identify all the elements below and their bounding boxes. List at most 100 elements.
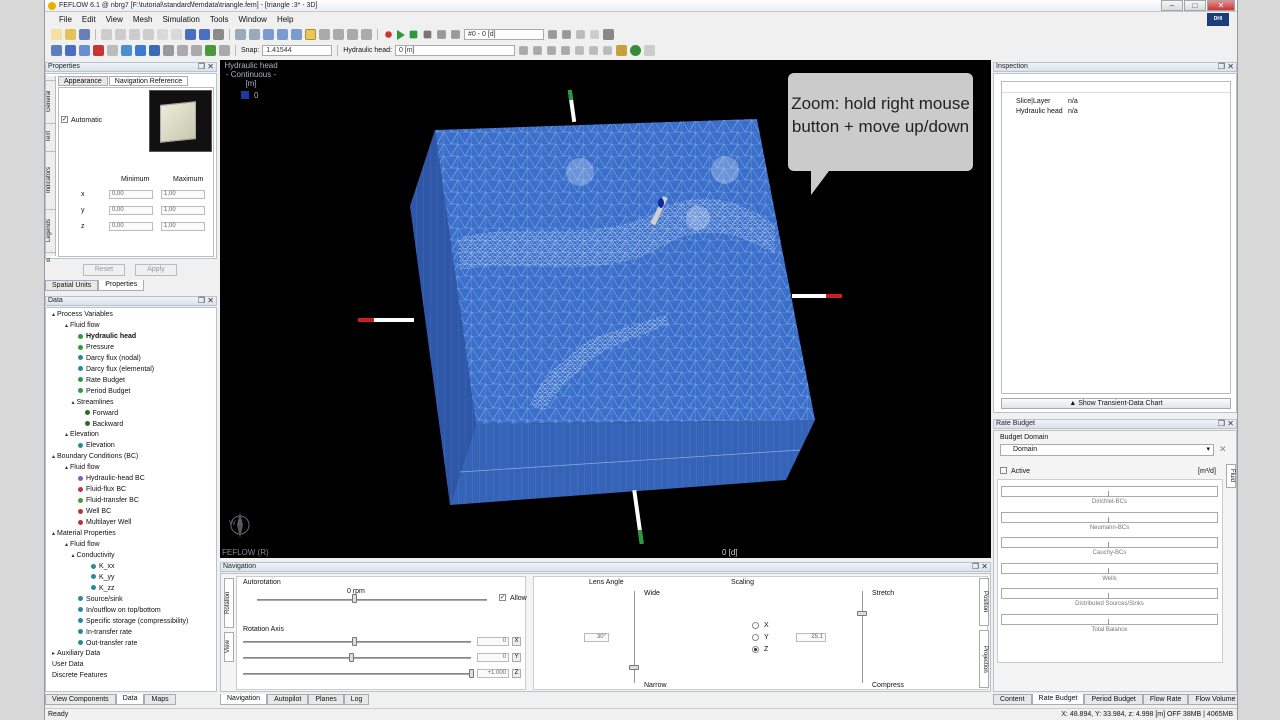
screenshot-icon[interactable] <box>361 29 372 40</box>
record-icon[interactable] <box>385 31 392 38</box>
side-tab-indicators[interactable]: Indicators <box>46 151 55 207</box>
rotation-axis-x-slider[interactable] <box>243 641 471 643</box>
tree-item-backward[interactable]: Backward <box>84 421 123 429</box>
tab-spatial-units[interactable]: Spatial Units <box>45 280 99 291</box>
paste-icon[interactable] <box>129 29 140 40</box>
tree-item-darcy-flux-elemental[interactable]: Darcy flux (elemental) <box>78 366 154 374</box>
expand-arrow-icon[interactable]: ▴ <box>52 531 55 537</box>
grid-icon[interactable] <box>235 29 246 40</box>
zoom-window-icon[interactable] <box>291 29 302 40</box>
tree-item-multilayer-well[interactable]: Multilayer Well <box>78 519 131 527</box>
menu-mesh[interactable]: Mesh <box>133 15 153 24</box>
snap-combo[interactable]: 1.41544 <box>262 45 333 56</box>
tab-navigation-reference[interactable]: Navigation Reference <box>108 76 189 86</box>
tree-item-streamlines[interactable]: ▴ Streamlines <box>72 399 114 407</box>
multiply-icon[interactable] <box>547 46 556 55</box>
tab-rate-budget[interactable]: Rate Budget <box>1031 694 1085 705</box>
menu-edit[interactable]: Edit <box>82 15 96 24</box>
min-y-input[interactable]: 0,00 <box>109 206 153 215</box>
tab-autopilot[interactable]: Autopilot <box>267 694 309 705</box>
tree-item-discrete-features[interactable]: Discrete Features <box>52 672 107 680</box>
budget-field-dirichlet-bcs[interactable] <box>1001 486 1218 497</box>
delete-icon[interactable] <box>143 29 154 40</box>
tree-item-fluid-flow[interactable]: ▴ Fluid flow <box>65 541 100 549</box>
tab-flow-volume[interactable]: Flow Volume <box>1188 694 1237 705</box>
tree-item-fluid-flux-bc[interactable]: Fluid-flux BC <box>78 486 126 494</box>
tree-item-k-xx[interactable]: K_xx <box>91 563 115 571</box>
map-icon[interactable] <box>615 45 627 56</box>
mesh-icon[interactable] <box>191 45 202 56</box>
open-file-icon[interactable] <box>65 29 76 40</box>
scaling-radio-z[interactable] <box>752 646 759 653</box>
tab-content[interactable]: Content <box>993 694 1032 705</box>
menu-tools[interactable]: Tools <box>210 15 229 24</box>
split-icon[interactable] <box>171 29 182 40</box>
select-faces-icon[interactable] <box>93 45 104 56</box>
tree-item-well-bc[interactable]: Well BC <box>78 508 111 516</box>
tree-item-auxiliary-data[interactable]: ▸ Auxiliary Data <box>52 650 100 658</box>
tree-item-fluid-transfer-bc[interactable]: Fluid-transfer BC <box>78 497 139 505</box>
active-checkbox[interactable] <box>1000 467 1007 474</box>
assign-icon[interactable] <box>519 46 528 55</box>
zoom-in-icon[interactable] <box>263 29 274 40</box>
side-tab-view[interactable]: View <box>224 632 234 662</box>
domain-icon[interactable] <box>149 45 160 56</box>
play-icon[interactable] <box>397 29 405 40</box>
menu-file[interactable]: File <box>59 15 72 24</box>
step-options-icon[interactable] <box>576 30 585 39</box>
graph-icon[interactable] <box>561 46 570 55</box>
tree-item-pressure[interactable]: Pressure <box>78 344 114 352</box>
rotation-axis-thumb[interactable] <box>352 637 357 646</box>
redo-icon[interactable] <box>199 29 210 40</box>
save-icon[interactable] <box>79 29 90 40</box>
slice-icon[interactable] <box>135 45 146 56</box>
last-step-icon[interactable] <box>562 30 571 39</box>
rotation-axis-thumb[interactable] <box>469 669 474 678</box>
budget-field-distributed-sources-sinks[interactable] <box>1001 588 1218 599</box>
tab-data[interactable]: Data <box>115 694 145 705</box>
select-elements-icon[interactable] <box>79 45 90 56</box>
autorotation-slider[interactable] <box>257 599 487 601</box>
expand-arrow-icon[interactable]: ▴ <box>52 312 55 318</box>
globe-icon[interactable] <box>629 45 641 56</box>
side-tab-text[interactable]: Text <box>46 123 55 149</box>
side-tab-legends[interactable]: Legends <box>46 209 55 250</box>
max-y-input[interactable]: 1,00 <box>161 206 205 215</box>
tree-item-process-variables[interactable]: ▴ Process Variables <box>52 311 113 319</box>
expand-arrow-icon[interactable]: ▴ <box>65 323 68 329</box>
tab-fluid[interactable]: Fluid <box>1226 464 1236 488</box>
side-tab-projection[interactable]: Projection <box>979 630 989 688</box>
scaling-radio-y[interactable] <box>752 634 759 641</box>
clear-selection-icon[interactable] <box>163 45 174 56</box>
select-nodes-icon[interactable] <box>51 45 62 56</box>
rotation-axis-thumb[interactable] <box>349 653 354 662</box>
reset-button[interactable]: Reset <box>83 264 125 276</box>
expand-arrow-icon[interactable]: ▴ <box>52 454 55 460</box>
tab-maps[interactable]: Maps <box>144 694 176 705</box>
lens-slider-thumb[interactable] <box>629 665 639 670</box>
panel-close-icon[interactable]: ❐ ✕ <box>972 563 988 571</box>
select-icon[interactable] <box>249 29 260 40</box>
pause-icon[interactable] <box>409 30 418 39</box>
tree-item-source-sink[interactable]: Source/sink <box>78 596 123 604</box>
rotation-axis-z-slider[interactable] <box>243 673 471 675</box>
new-file-icon[interactable] <box>51 29 62 40</box>
side-tab-position[interactable]: Position <box>979 578 989 626</box>
print-icon[interactable] <box>213 29 224 40</box>
pointer-icon[interactable] <box>65 45 76 56</box>
panel-close-icon[interactable]: ❐ ✕ <box>198 297 214 305</box>
select-region-icon[interactable] <box>107 45 118 56</box>
reset-view-icon[interactable] <box>333 29 344 40</box>
fit-view-icon[interactable] <box>347 29 358 40</box>
tree-item-k-yy[interactable]: K_yy <box>91 574 115 582</box>
tools-icon[interactable] <box>603 29 614 40</box>
tab-log[interactable]: Log <box>343 694 370 705</box>
minimize-button[interactable]: – <box>1161 0 1183 11</box>
allow-checkbox[interactable]: ✓ <box>499 594 506 601</box>
tree-item-forward[interactable]: Forward <box>84 410 118 418</box>
scaling-slider-thumb[interactable] <box>857 611 867 616</box>
selection-grid-icon[interactable] <box>177 45 188 56</box>
tree-item-period-budget[interactable]: Period Budget <box>78 388 130 396</box>
scaling-value-input[interactable]: 25.1 <box>796 633 826 642</box>
expand-arrow-icon[interactable]: ▴ <box>65 465 68 471</box>
